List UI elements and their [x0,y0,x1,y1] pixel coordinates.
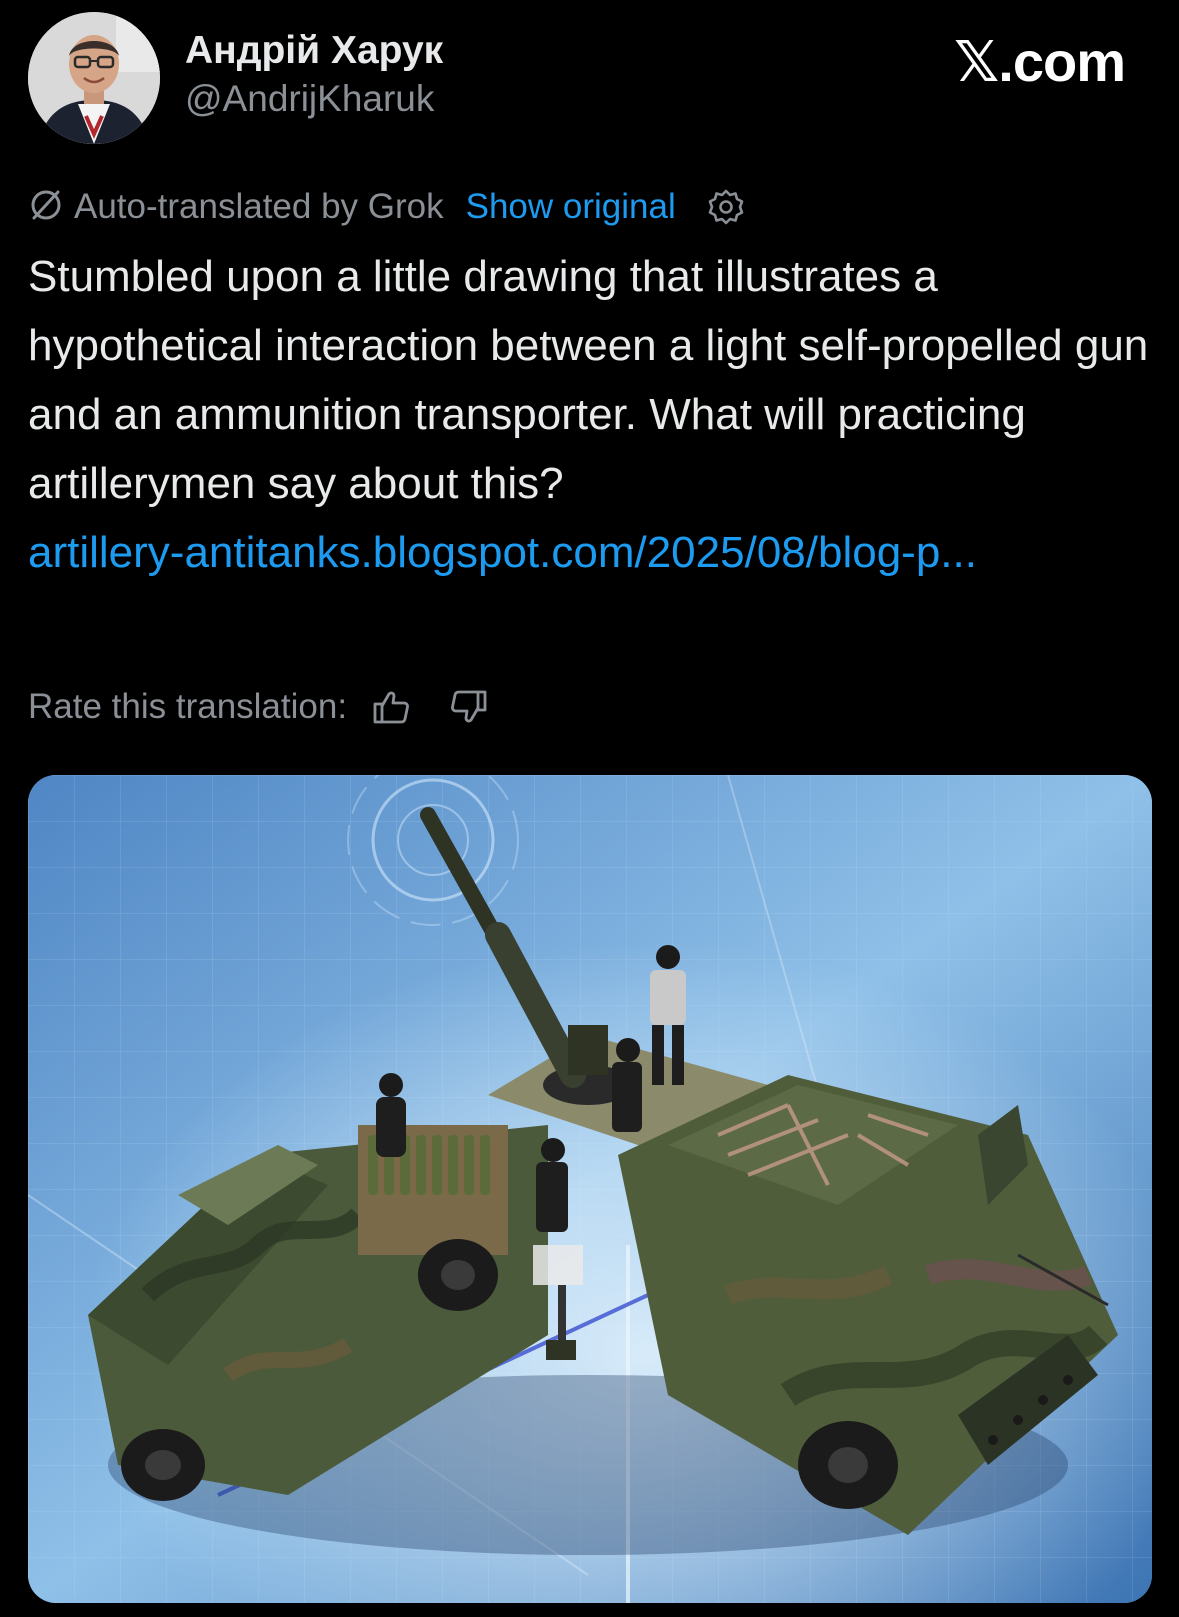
brand-logo: 𝕏.com [954,30,1126,94]
translation-notice-text: Auto-translated by Grok [74,187,444,226]
artillery-illustration [28,775,1152,1603]
gear-icon[interactable] [706,187,746,227]
brand-text: 𝕏.com [954,30,1126,93]
avatar[interactable] [28,12,160,144]
post-header: Андрій Харук @AndrijKharuk 𝕏.com [28,12,1151,147]
post-link[interactable]: artillery-antitanks.blogspot.com/2025/08… [28,518,1153,587]
post-body: Stumbled upon a little drawing that illu… [28,252,1149,508]
show-original-link[interactable]: Show original [466,187,676,227]
translate-slash-icon [28,187,64,228]
thumbs-down-icon[interactable] [449,687,489,727]
rate-translation: Rate this translation: [28,680,489,734]
author-block[interactable]: Андрій Харук @AndrijKharuk [185,28,443,122]
post-image[interactable] [28,775,1152,1603]
rate-label: Rate this translation: [28,687,348,726]
author-name[interactable]: Андрій Харук [185,28,443,74]
translation-notice: Auto-translated by Grok Show original [28,182,746,232]
post-text: Stumbled upon a little drawing that illu… [28,242,1153,587]
author-handle[interactable]: @AndrijKharuk [185,76,443,122]
thumbs-up-icon[interactable] [371,687,411,727]
